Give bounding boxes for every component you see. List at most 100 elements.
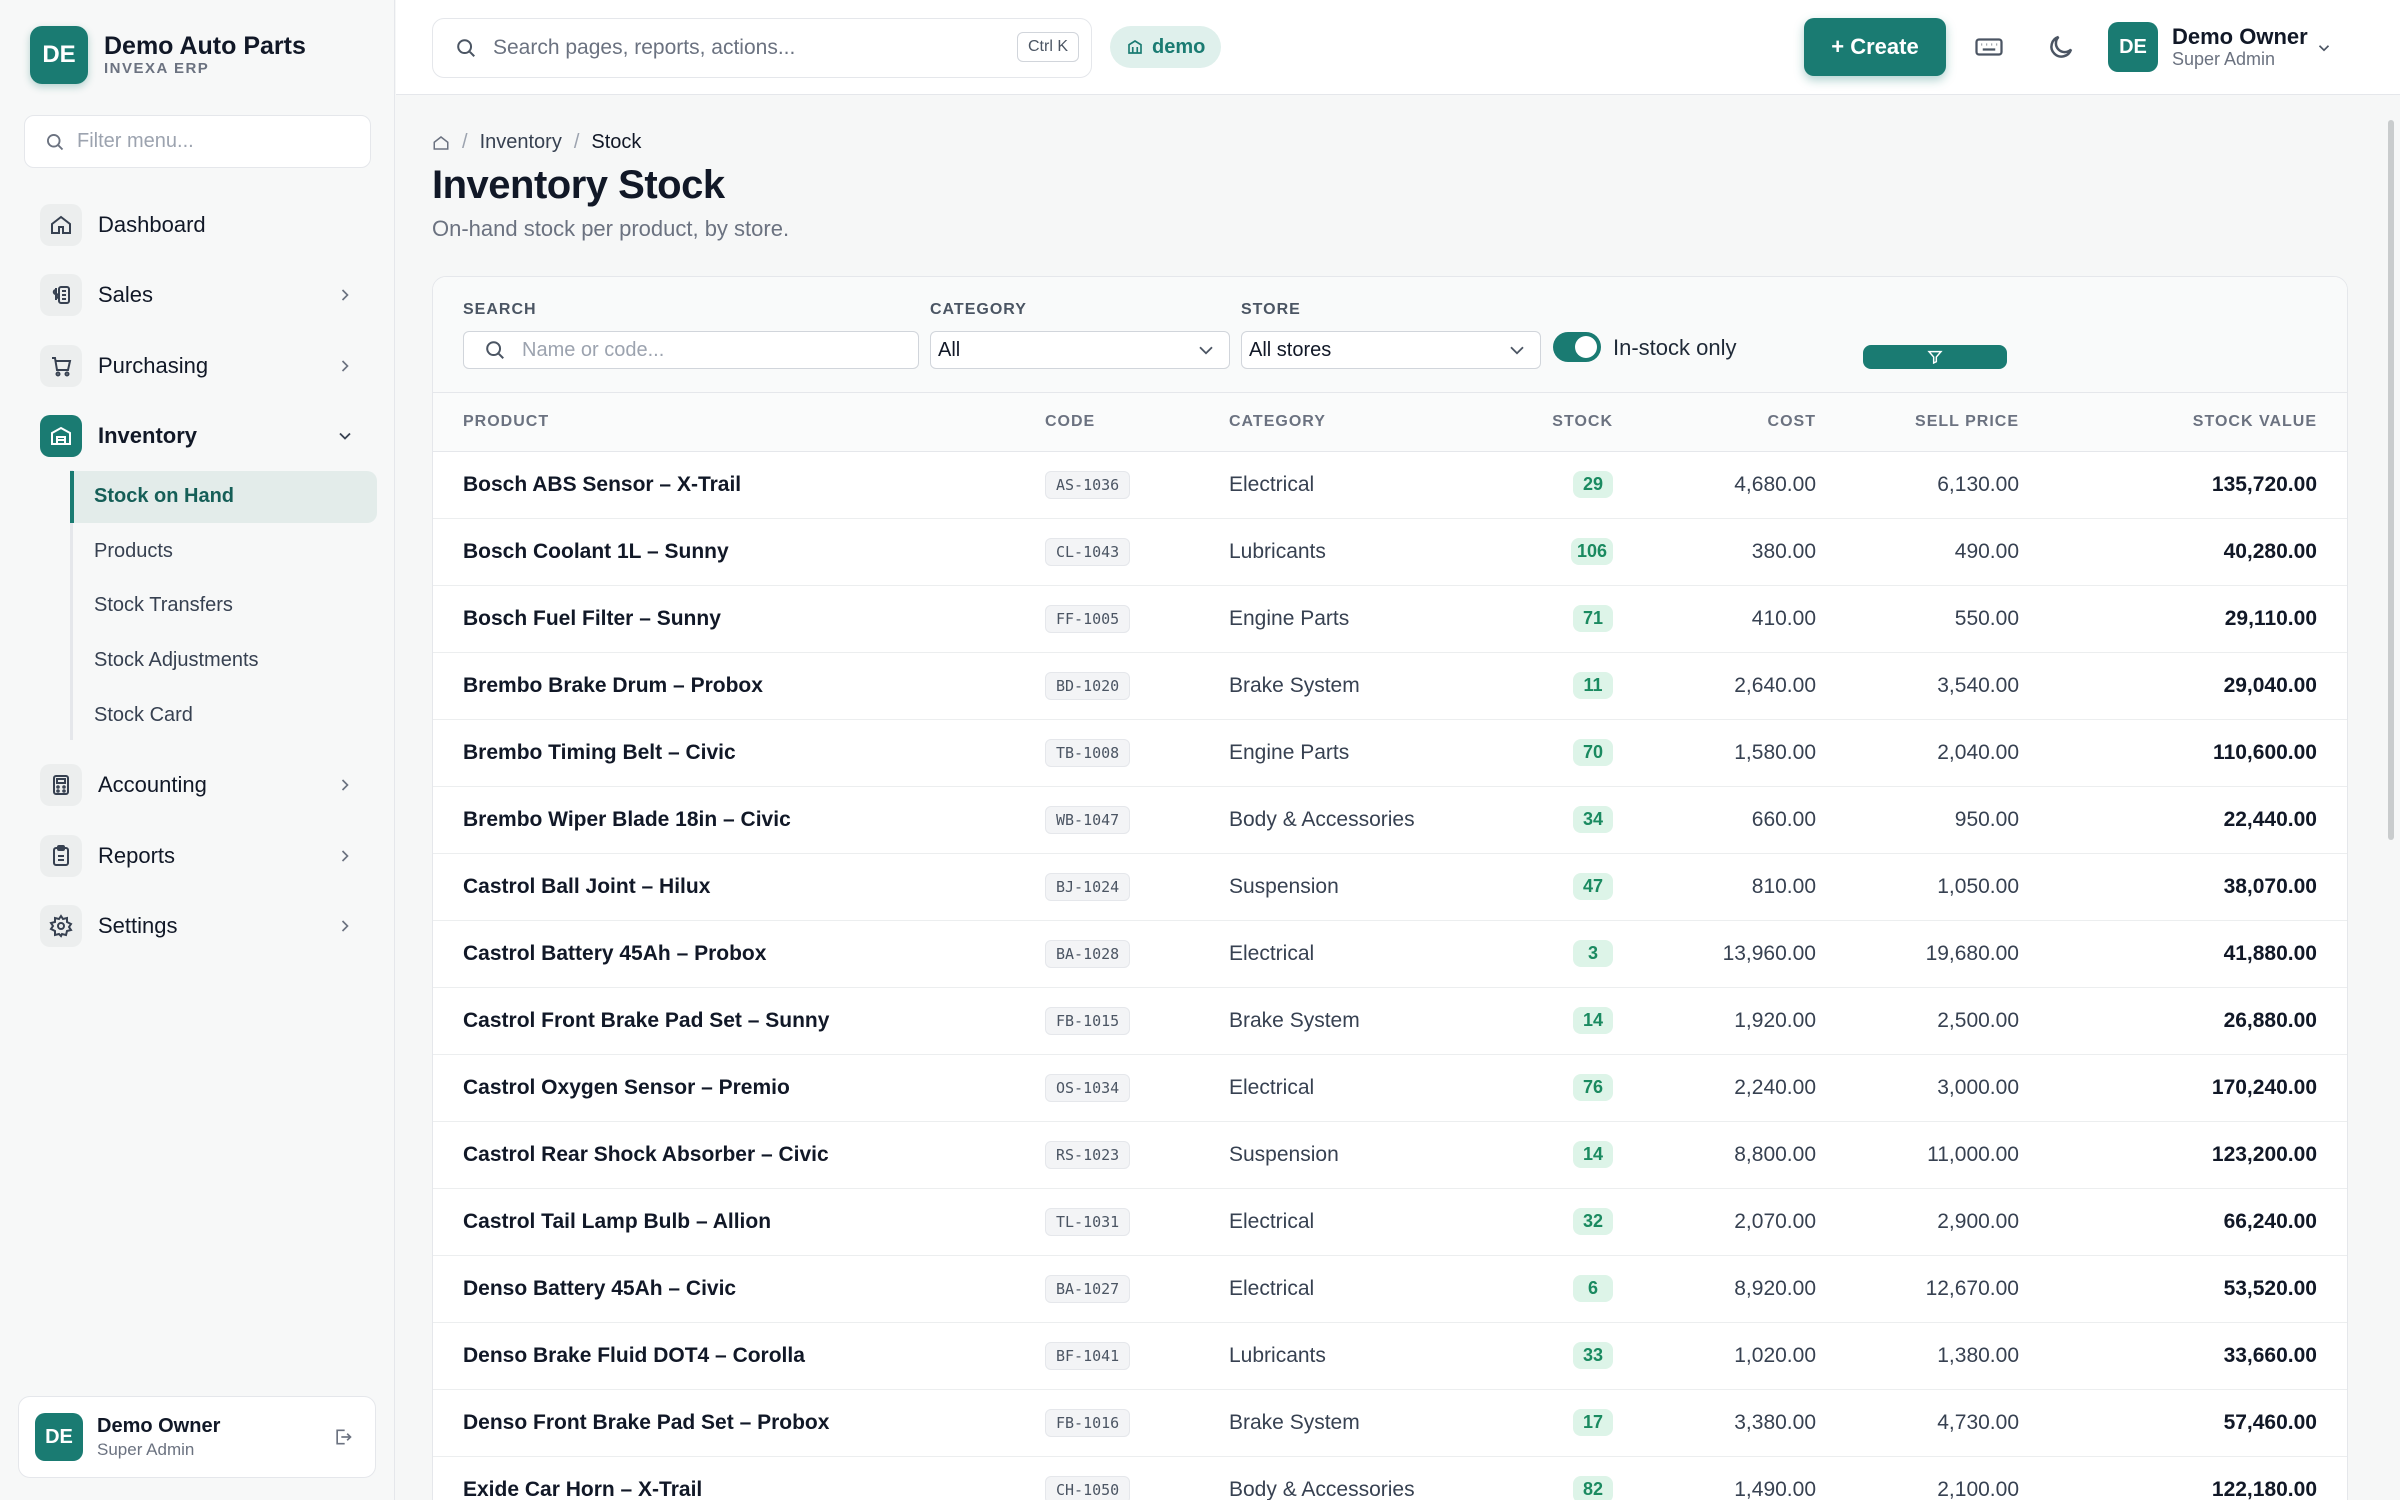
cell-stock-value: 40,280.00 xyxy=(2019,518,2347,586)
cell-stock-cell: 71 xyxy=(1511,585,1613,653)
chevron-down-icon xyxy=(339,432,351,440)
product-code: AS-1036 xyxy=(1045,470,1131,499)
breadcrumb-inventory[interactable]: Inventory xyxy=(480,131,562,154)
home-icon[interactable] xyxy=(432,134,450,152)
cart-icon xyxy=(40,345,82,387)
filter-menu-input[interactable]: Filter menu... xyxy=(24,115,371,168)
cell-cost: 660.00 xyxy=(1613,786,1816,854)
table-row[interactable]: Denso Front Brake Pad Set – Probox FB-101… xyxy=(433,1389,2347,1457)
table-row[interactable]: Denso Brake Fluid DOT4 – Corolla BF-1041 L… xyxy=(433,1322,2347,1390)
sidebar-item-settings[interactable]: Settings xyxy=(40,901,355,951)
cell-category: Electrical xyxy=(1229,1188,1511,1256)
col-sell-price[interactable]: SELL PRICE xyxy=(1816,393,2019,452)
moon-icon[interactable] xyxy=(2046,32,2076,62)
col-category[interactable]: CATEGORY xyxy=(1229,393,1511,452)
table-body: Bosch ABS Sensor – X-Trail AS-1036 Electri… xyxy=(433,451,2347,1500)
tenant-badge[interactable]: demo xyxy=(1110,26,1222,68)
product-code: BF-1041 xyxy=(1045,1341,1131,1370)
product-code: OS-1034 xyxy=(1045,1073,1131,1102)
sidebar-item-accounting[interactable]: Accounting xyxy=(40,760,355,810)
table-row[interactable]: Brembo Wiper Blade 18in – Civic WB-1047 Bo… xyxy=(433,786,2347,854)
page-subtitle: On-hand stock per product, by store. xyxy=(432,216,790,241)
sidebar-item-inventory[interactable]: Inventory xyxy=(40,411,355,461)
sidebar-item-sales[interactable]: Sales xyxy=(40,270,355,320)
product-search-input[interactable]: Name or code... xyxy=(463,331,919,369)
chevron-down-icon xyxy=(1199,346,1213,355)
table-row[interactable]: Denso Battery 45Ah – Civic BA-1027 Electri… xyxy=(433,1255,2347,1323)
sidebar-user-card[interactable]: DE Demo Owner Super Admin xyxy=(18,1396,376,1478)
filter-bar: SEARCH Name or code... CATEGORY All STOR… xyxy=(433,277,2347,393)
sidebar-subitem-stock-on-hand[interactable]: Stock on Hand xyxy=(70,471,377,523)
cell-stock-value: 170,240.00 xyxy=(2019,1054,2347,1122)
cell-category: Engine Parts xyxy=(1229,719,1511,787)
cell-code-cell: FB-1015 xyxy=(1045,987,1229,1055)
money-icon xyxy=(40,274,82,316)
table-row[interactable]: Castrol Battery 45Ah – Probox BA-1028 Elec… xyxy=(433,920,2347,988)
table-row[interactable]: Bosch Coolant 1L – Sunny CL-1043 Lubricant… xyxy=(433,518,2347,586)
cell-sell-price: 4,730.00 xyxy=(1816,1389,2019,1457)
in-stock-toggle[interactable] xyxy=(1553,332,1601,362)
col-cost[interactable]: COST xyxy=(1613,393,1816,452)
product-code: RS-1023 xyxy=(1045,1140,1131,1169)
sidebar-item-dashboard[interactable]: Dashboard xyxy=(40,200,355,250)
avatar: DE xyxy=(35,1413,83,1461)
stock-badge: 32 xyxy=(1573,1208,1613,1235)
keyboard-icon[interactable] xyxy=(1974,32,2004,62)
cell-category: Body & Accessories xyxy=(1229,786,1511,854)
category-select[interactable]: All xyxy=(930,331,1230,369)
cell-category: Brake System xyxy=(1229,1389,1511,1457)
cell-stock-cell: 17 xyxy=(1511,1389,1613,1457)
cell-stock-value: 29,040.00 xyxy=(2019,652,2347,720)
header-user-menu[interactable]: DE Demo Owner Super Admin xyxy=(2108,22,2330,72)
page-scrollbar[interactable] xyxy=(2388,120,2394,840)
brand[interactable]: DE Demo Auto Parts INVEXA ERP xyxy=(30,26,306,84)
sidebar-subitem-label: Stock Card xyxy=(94,704,193,726)
table-row[interactable]: Bosch Fuel Filter – Sunny FF-1005 Engine P… xyxy=(433,585,2347,653)
sidebar-item-purchasing[interactable]: Purchasing xyxy=(40,341,355,391)
table-row[interactable]: Castrol Ball Joint – Hilux BJ-1024 Suspens… xyxy=(433,853,2347,921)
table-row[interactable]: Castrol Front Brake Pad Set – Sunny FB-10… xyxy=(433,987,2347,1055)
tenant-label: demo xyxy=(1152,35,1206,58)
cell-product: Brembo Brake Drum – Probox xyxy=(433,652,1045,720)
cell-stock-cell: 3 xyxy=(1511,920,1613,988)
cell-category: Suspension xyxy=(1229,853,1511,921)
apply-filter-button[interactable] xyxy=(1863,345,2007,369)
cell-code-cell: BA-1028 xyxy=(1045,920,1229,988)
cell-product: Castrol Ball Joint – Hilux xyxy=(433,853,1045,921)
cell-cost: 8,800.00 xyxy=(1613,1121,1816,1189)
col-product[interactable]: PRODUCT xyxy=(433,393,1045,452)
table-row[interactable]: Castrol Tail Lamp Bulb – Allion TL-1031 El… xyxy=(433,1188,2347,1256)
col-stock-value[interactable]: STOCK VALUE xyxy=(2019,393,2347,452)
cell-stock-value: 29,110.00 xyxy=(2019,585,2347,653)
product-code: BA-1028 xyxy=(1045,939,1131,968)
calculator-icon xyxy=(40,764,82,806)
sidebar-item-reports[interactable]: Reports xyxy=(40,831,355,881)
table-row[interactable]: Castrol Oxygen Sensor – Premio OS-1034 Ele… xyxy=(433,1054,2347,1122)
global-search-placeholder: Search pages, reports, actions... xyxy=(493,36,796,59)
table-row[interactable]: Exide Car Horn – X-Trail CH-1050 Body & Ac… xyxy=(433,1456,2347,1500)
create-button[interactable]: + Create xyxy=(1804,18,1946,76)
cell-sell-price: 1,380.00 xyxy=(1816,1322,2019,1390)
logout-icon[interactable] xyxy=(333,1427,353,1447)
table-row[interactable]: Brembo Brake Drum – Probox BD-1020 Brake S… xyxy=(433,652,2347,720)
col-code[interactable]: CODE xyxy=(1045,393,1229,452)
stock-card: SEARCH Name or code... CATEGORY All STOR… xyxy=(432,276,2348,1500)
store-select[interactable]: All stores xyxy=(1241,331,1541,369)
col-stock[interactable]: STOCK xyxy=(1511,393,1613,452)
product-code: CH-1050 xyxy=(1045,1475,1131,1500)
table-row[interactable]: Bosch ABS Sensor – X-Trail AS-1036 Electri… xyxy=(433,451,2347,519)
store-value: All stores xyxy=(1249,339,1332,361)
cell-stock-value: 53,520.00 xyxy=(2019,1255,2347,1323)
cell-sell-price: 950.00 xyxy=(1816,786,2019,854)
cell-cost: 8,920.00 xyxy=(1613,1255,1816,1323)
table-row[interactable]: Brembo Timing Belt – Civic TB-1008 Engine … xyxy=(433,719,2347,787)
global-search-input[interactable]: Search pages, reports, actions... Ctrl K xyxy=(432,18,1092,78)
cell-stock-cell: 11 xyxy=(1511,652,1613,720)
table-row[interactable]: Castrol Rear Shock Absorber – Civic RS-10… xyxy=(433,1121,2347,1189)
stock-badge: 106 xyxy=(1570,538,1613,565)
cell-cost: 2,240.00 xyxy=(1613,1054,1816,1122)
warehouse-icon xyxy=(40,415,82,457)
filter-icon xyxy=(1927,350,1943,365)
cell-sell-price: 6,130.00 xyxy=(1816,451,2019,519)
cell-sell-price: 2,900.00 xyxy=(1816,1188,2019,1256)
